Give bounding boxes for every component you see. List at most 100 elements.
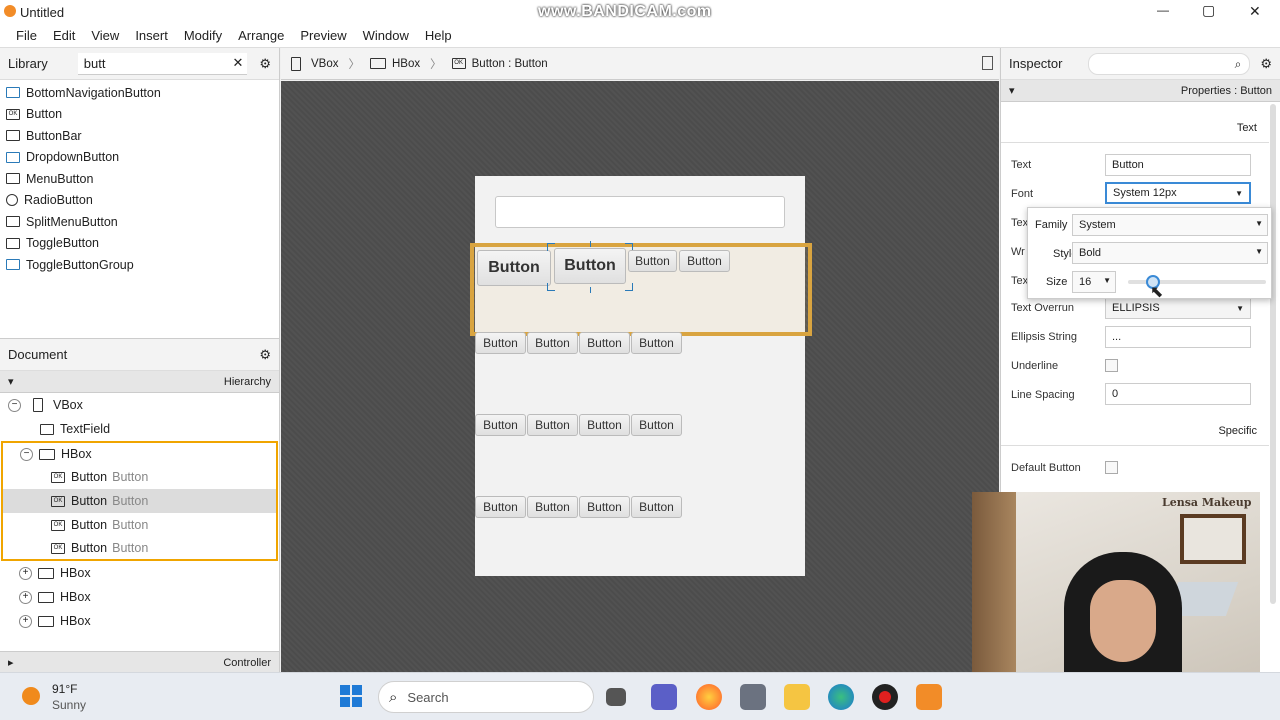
menu-window[interactable]: Window	[355, 28, 417, 43]
scene-button[interactable]: Button	[631, 496, 682, 518]
menu-insert[interactable]: Insert	[127, 28, 176, 43]
properties-header[interactable]: ▾ Properties : Button	[1001, 80, 1280, 102]
ellipsis-string-field[interactable]: ...	[1105, 326, 1251, 348]
scene-button[interactable]: Button	[579, 414, 630, 436]
library-item[interactable]: ToggleButton	[0, 233, 279, 255]
task-view-icon[interactable]	[606, 688, 626, 706]
breadcrumb: VBox 〉 HBox 〉 OK Button : Button	[281, 48, 999, 80]
text-overrun-select[interactable]: ELLIPSIS ▼	[1105, 297, 1251, 319]
scene-button[interactable]: Button	[475, 332, 526, 354]
scene-button[interactable]: Button	[628, 250, 677, 272]
breadcrumb-hbox[interactable]: HBox	[392, 58, 420, 70]
gear-icon[interactable]: ⚙	[259, 56, 271, 72]
dropdown-icon	[6, 151, 20, 163]
font-property-field[interactable]: System 12px ▼	[1105, 182, 1251, 204]
library-item[interactable]: RadioButton	[0, 190, 279, 212]
tree-item-textfield[interactable]: TextField	[0, 417, 279, 441]
scene-button[interactable]: Button	[631, 414, 682, 436]
weather-sun-icon[interactable]	[22, 687, 40, 705]
library-item[interactable]: ToggleButtonGroup	[0, 254, 279, 276]
library-item[interactable]: MenuButton	[0, 168, 279, 190]
collapse-toggle-icon[interactable]: −	[20, 447, 33, 461]
library-item[interactable]: ButtonBar	[0, 125, 279, 147]
line-spacing-field[interactable]: 0	[1105, 383, 1251, 405]
clear-icon[interactable]: ✕	[232, 55, 243, 71]
tree-item-button[interactable]: OK Button Button	[3, 537, 276, 559]
menu-edit[interactable]: Edit	[45, 28, 83, 43]
menu-modify[interactable]: Modify	[176, 28, 230, 43]
controller-header[interactable]: ▸ Controller	[0, 651, 279, 673]
expand-toggle-icon[interactable]: +	[19, 614, 32, 628]
expand-toggle-icon[interactable]: +	[19, 566, 32, 580]
tree-item-hbox[interactable]: + HBox	[0, 609, 279, 633]
scene-button[interactable]: Button	[527, 414, 578, 436]
scene-builder-icon[interactable]	[916, 684, 942, 710]
scene-button[interactable]: Button	[631, 332, 682, 354]
button-bar-icon	[6, 130, 20, 142]
scene-button[interactable]: Button	[475, 496, 526, 518]
scene-button[interactable]: Button	[475, 414, 526, 436]
tree-item-button[interactable]: OK Button Button	[3, 465, 276, 489]
library-item[interactable]: BottomNavigationButton	[0, 82, 279, 104]
maximize-button[interactable]: ▢	[1202, 2, 1215, 19]
gear-icon[interactable]: ⚙	[1260, 56, 1272, 72]
menu-help[interactable]: Help	[417, 28, 460, 43]
person-face	[1090, 580, 1156, 662]
tree-item-button[interactable]: OK Button Button	[3, 513, 276, 537]
dropdown-arrow-icon: ▼	[1103, 276, 1111, 285]
edge-icon[interactable]	[828, 684, 854, 710]
hierarchy-header[interactable]: ▾ Hierarchy	[0, 371, 279, 393]
tree-item-hbox[interactable]: + HBox	[0, 585, 279, 609]
meet-icon[interactable]	[651, 684, 677, 710]
ok-button-icon: OK	[451, 58, 466, 69]
library-search-input[interactable]: butt ✕	[77, 52, 248, 75]
close-button[interactable]: ✕	[1249, 3, 1261, 20]
weather-condition[interactable]: Sunny	[52, 698, 86, 712]
library-item[interactable]: SplitMenuButton	[0, 211, 279, 233]
windows-start-icon[interactable]	[340, 685, 362, 707]
minimize-button[interactable]: —	[1157, 3, 1169, 17]
tree-item-hbox[interactable]: − HBox	[3, 443, 276, 465]
menu-view[interactable]: View	[83, 28, 127, 43]
scene-button[interactable]: Button	[527, 332, 578, 354]
text-property-field[interactable]: Button	[1105, 154, 1251, 176]
taskbar-search[interactable]: ⌕ Search	[378, 681, 594, 713]
file-explorer-icon[interactable]	[784, 684, 810, 710]
properties-label: Properties : Button	[1180, 84, 1272, 97]
tree-item-button-selected[interactable]: OK Button Button	[3, 489, 276, 513]
scene-button[interactable]: Button	[679, 250, 730, 272]
menu-file[interactable]: File	[8, 28, 45, 43]
gear-icon[interactable]: ⚙	[259, 347, 271, 363]
default-button-checkbox[interactable]	[1105, 461, 1118, 474]
scene-button-bold[interactable]: Button	[477, 250, 551, 286]
underline-checkbox[interactable]	[1105, 359, 1118, 372]
breadcrumb-vbox[interactable]: VBox	[311, 58, 339, 70]
expand-toggle-icon[interactable]: +	[19, 590, 32, 604]
scene-button[interactable]: Button	[579, 332, 630, 354]
size-combo[interactable]: 16 ▼	[1072, 271, 1116, 293]
chevron-right-icon: 〉	[348, 58, 361, 71]
scene-textfield[interactable]	[495, 196, 785, 228]
tree-item-hbox[interactable]: + HBox	[0, 561, 279, 585]
breadcrumb-button[interactable]: Button : Button	[472, 58, 548, 70]
document-icon[interactable]	[982, 56, 993, 70]
menu-preview[interactable]: Preview	[292, 28, 354, 43]
tree-item-vbox[interactable]: − VBox	[0, 393, 279, 417]
library-item[interactable]: DropdownButton	[0, 147, 279, 169]
library-item[interactable]: OK Button	[0, 104, 279, 126]
weather-temp[interactable]: 91°F	[52, 682, 77, 696]
camera-icon[interactable]	[740, 684, 766, 710]
font-popup: Family System ▼ Style Bold ▼ Size 16 ▼ ⬉	[1027, 207, 1272, 301]
collapse-toggle-icon[interactable]: −	[8, 398, 21, 412]
bandicam-record-icon[interactable]	[872, 684, 898, 710]
style-select[interactable]: Bold ▼	[1072, 242, 1268, 264]
menu-arrange[interactable]: Arrange	[230, 28, 292, 43]
scene-button[interactable]: Button	[527, 496, 578, 518]
library-title: Library	[8, 56, 48, 71]
family-select[interactable]: System ▼	[1072, 214, 1268, 236]
scene-button[interactable]: Button	[579, 496, 630, 518]
hbox-icon	[39, 448, 55, 460]
firefox-icon[interactable]	[696, 684, 722, 710]
inspector-scrollbar[interactable]	[1270, 104, 1276, 604]
inspector-search-input[interactable]: ⌕	[1088, 52, 1251, 75]
